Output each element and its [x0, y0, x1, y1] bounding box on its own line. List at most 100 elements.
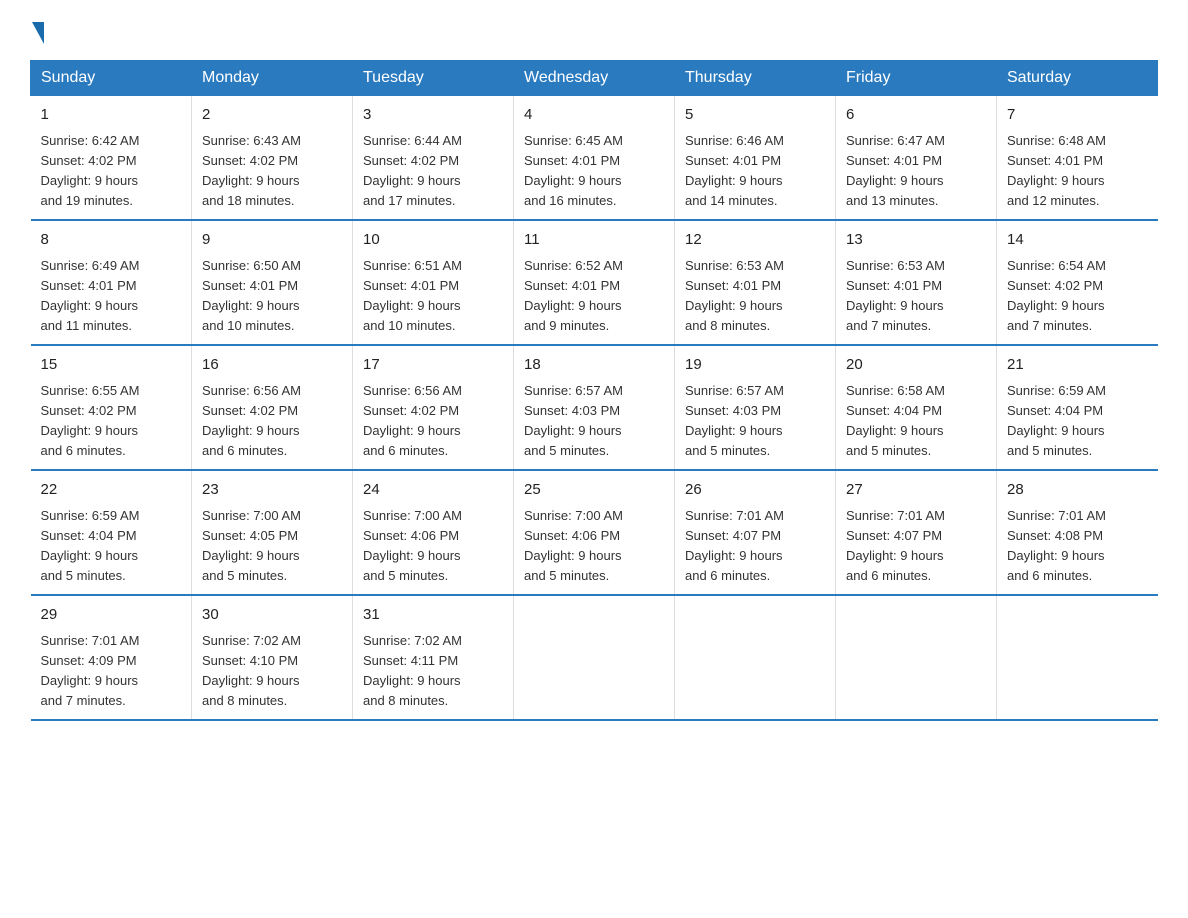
day-info: Sunrise: 7:01 AMSunset: 4:08 PMDaylight:… [1007, 506, 1148, 587]
day-number: 13 [846, 229, 986, 252]
day-info: Sunrise: 7:01 AMSunset: 4:07 PMDaylight:… [846, 506, 986, 587]
table-row: 31Sunrise: 7:02 AMSunset: 4:11 PMDayligh… [353, 595, 514, 720]
calendar-week-row: 8 Sunrise: 6:49 AMSunset: 4:01 PMDaylight… [31, 220, 1158, 345]
day-info: Sunrise: 6:56 AMSunset: 4:02 PMDaylight:… [363, 381, 503, 462]
day-info: Sunrise: 6:54 AMSunset: 4:02 PMDaylight:… [1007, 256, 1148, 337]
day-info: Sunrise: 7:02 AMSunset: 4:10 PMDaylight:… [202, 631, 342, 712]
calendar-week-row: 22 Sunrise: 6:59 AMSunset: 4:04 PMDayligh… [31, 470, 1158, 595]
day-info: Sunrise: 6:58 AMSunset: 4:04 PMDaylight:… [846, 381, 986, 462]
day-number: 5 [685, 104, 825, 127]
day-info: Sunrise: 6:42 AMSunset: 4:02 PMDaylight:… [41, 131, 182, 212]
day-number: 8 [41, 229, 182, 252]
day-info: Sunrise: 6:57 AMSunset: 4:03 PMDaylight:… [524, 381, 664, 462]
table-row [675, 595, 836, 720]
table-row: 7 Sunrise: 6:48 AMSunset: 4:01 PMDaylight… [997, 96, 1158, 221]
table-row: 11 Sunrise: 6:52 AMSunset: 4:01 PMDayligh… [514, 220, 675, 345]
day-number: 2 [202, 104, 342, 127]
day-number: 26 [685, 479, 825, 502]
day-number: 9 [202, 229, 342, 252]
day-number: 19 [685, 354, 825, 377]
page-header [30, 20, 1158, 40]
day-number: 7 [1007, 104, 1148, 127]
day-number: 22 [41, 479, 182, 502]
table-row: 6Sunrise: 6:47 AMSunset: 4:01 PMDaylight… [836, 96, 997, 221]
header-wednesday: Wednesday [514, 61, 675, 96]
logo [30, 20, 44, 40]
table-row: 29 Sunrise: 7:01 AMSunset: 4:09 PMDayligh… [31, 595, 192, 720]
table-row: 3 Sunrise: 6:44 AMSunset: 4:02 PMDaylight… [353, 96, 514, 221]
table-row: 16 Sunrise: 6:56 AMSunset: 4:02 PMDayligh… [192, 345, 353, 470]
table-row: 20 Sunrise: 6:58 AMSunset: 4:04 PMDayligh… [836, 345, 997, 470]
table-row: 17 Sunrise: 6:56 AMSunset: 4:02 PMDayligh… [353, 345, 514, 470]
day-number: 16 [202, 354, 342, 377]
day-info: Sunrise: 6:44 AMSunset: 4:02 PMDaylight:… [363, 131, 503, 212]
header-thursday: Thursday [675, 61, 836, 96]
day-info: Sunrise: 6:57 AMSunset: 4:03 PMDaylight:… [685, 381, 825, 462]
day-number: 1 [41, 104, 182, 127]
table-row: 14 Sunrise: 6:54 AMSunset: 4:02 PMDayligh… [997, 220, 1158, 345]
day-number: 20 [846, 354, 986, 377]
day-number: 30 [202, 604, 342, 627]
day-info: Sunrise: 6:43 AMSunset: 4:02 PMDaylight:… [202, 131, 342, 212]
day-number: 12 [685, 229, 825, 252]
table-row: 9Sunrise: 6:50 AMSunset: 4:01 PMDaylight… [192, 220, 353, 345]
day-number: 29 [41, 604, 182, 627]
day-info: Sunrise: 6:53 AMSunset: 4:01 PMDaylight:… [846, 256, 986, 337]
calendar-table: Sunday Monday Tuesday Wednesday Thursday… [30, 60, 1158, 721]
day-number: 25 [524, 479, 664, 502]
day-number: 21 [1007, 354, 1148, 377]
table-row: 8 Sunrise: 6:49 AMSunset: 4:01 PMDaylight… [31, 220, 192, 345]
table-row: 4 Sunrise: 6:45 AMSunset: 4:01 PMDaylight… [514, 96, 675, 221]
calendar-week-row: 15Sunrise: 6:55 AMSunset: 4:02 PMDayligh… [31, 345, 1158, 470]
header-saturday: Saturday [997, 61, 1158, 96]
table-row: 18 Sunrise: 6:57 AMSunset: 4:03 PMDayligh… [514, 345, 675, 470]
day-number: 15 [41, 354, 182, 377]
day-number: 11 [524, 229, 664, 252]
table-row: 28 Sunrise: 7:01 AMSunset: 4:08 PMDayligh… [997, 470, 1158, 595]
day-number: 4 [524, 104, 664, 127]
header-monday: Monday [192, 61, 353, 96]
day-number: 27 [846, 479, 986, 502]
day-number: 23 [202, 479, 342, 502]
day-info: Sunrise: 7:01 AMSunset: 4:07 PMDaylight:… [685, 506, 825, 587]
day-number: 14 [1007, 229, 1148, 252]
day-info: Sunrise: 7:00 AMSunset: 4:06 PMDaylight:… [524, 506, 664, 587]
day-number: 3 [363, 104, 503, 127]
table-row: 24Sunrise: 7:00 AMSunset: 4:06 PMDayligh… [353, 470, 514, 595]
calendar-week-row: 1 Sunrise: 6:42 AMSunset: 4:02 PMDaylight… [31, 96, 1158, 221]
table-row: 25 Sunrise: 7:00 AMSunset: 4:06 PMDayligh… [514, 470, 675, 595]
table-row: 2 Sunrise: 6:43 AMSunset: 4:02 PMDaylight… [192, 96, 353, 221]
table-row: 27 Sunrise: 7:01 AMSunset: 4:07 PMDayligh… [836, 470, 997, 595]
table-row: 1 Sunrise: 6:42 AMSunset: 4:02 PMDaylight… [31, 96, 192, 221]
table-row: 22 Sunrise: 6:59 AMSunset: 4:04 PMDayligh… [31, 470, 192, 595]
day-info: Sunrise: 6:52 AMSunset: 4:01 PMDaylight:… [524, 256, 664, 337]
day-info: Sunrise: 6:45 AMSunset: 4:01 PMDaylight:… [524, 131, 664, 212]
day-info: Sunrise: 6:56 AMSunset: 4:02 PMDaylight:… [202, 381, 342, 462]
day-info: Sunrise: 6:59 AMSunset: 4:04 PMDaylight:… [41, 506, 182, 587]
table-row [997, 595, 1158, 720]
day-info: Sunrise: 6:59 AMSunset: 4:04 PMDaylight:… [1007, 381, 1148, 462]
header-sunday: Sunday [31, 61, 192, 96]
table-row: 5 Sunrise: 6:46 AMSunset: 4:01 PMDaylight… [675, 96, 836, 221]
table-row [514, 595, 675, 720]
day-info: Sunrise: 6:46 AMSunset: 4:01 PMDaylight:… [685, 131, 825, 212]
day-number: 18 [524, 354, 664, 377]
day-number: 28 [1007, 479, 1148, 502]
day-info: Sunrise: 6:51 AMSunset: 4:01 PMDaylight:… [363, 256, 503, 337]
day-info: Sunrise: 7:01 AMSunset: 4:09 PMDaylight:… [41, 631, 182, 712]
header-tuesday: Tuesday [353, 61, 514, 96]
table-row [836, 595, 997, 720]
logo-arrow-icon [32, 22, 44, 44]
day-info: Sunrise: 7:00 AMSunset: 4:05 PMDaylight:… [202, 506, 342, 587]
table-row: 15Sunrise: 6:55 AMSunset: 4:02 PMDayligh… [31, 345, 192, 470]
day-info: Sunrise: 6:48 AMSunset: 4:01 PMDaylight:… [1007, 131, 1148, 212]
day-number: 10 [363, 229, 503, 252]
table-row: 23 Sunrise: 7:00 AMSunset: 4:05 PMDayligh… [192, 470, 353, 595]
table-row: 26 Sunrise: 7:01 AMSunset: 4:07 PMDayligh… [675, 470, 836, 595]
day-number: 17 [363, 354, 503, 377]
header-friday: Friday [836, 61, 997, 96]
day-info: Sunrise: 6:53 AMSunset: 4:01 PMDaylight:… [685, 256, 825, 337]
day-number: 31 [363, 604, 503, 627]
day-number: 24 [363, 479, 503, 502]
day-info: Sunrise: 6:49 AMSunset: 4:01 PMDaylight:… [41, 256, 182, 337]
